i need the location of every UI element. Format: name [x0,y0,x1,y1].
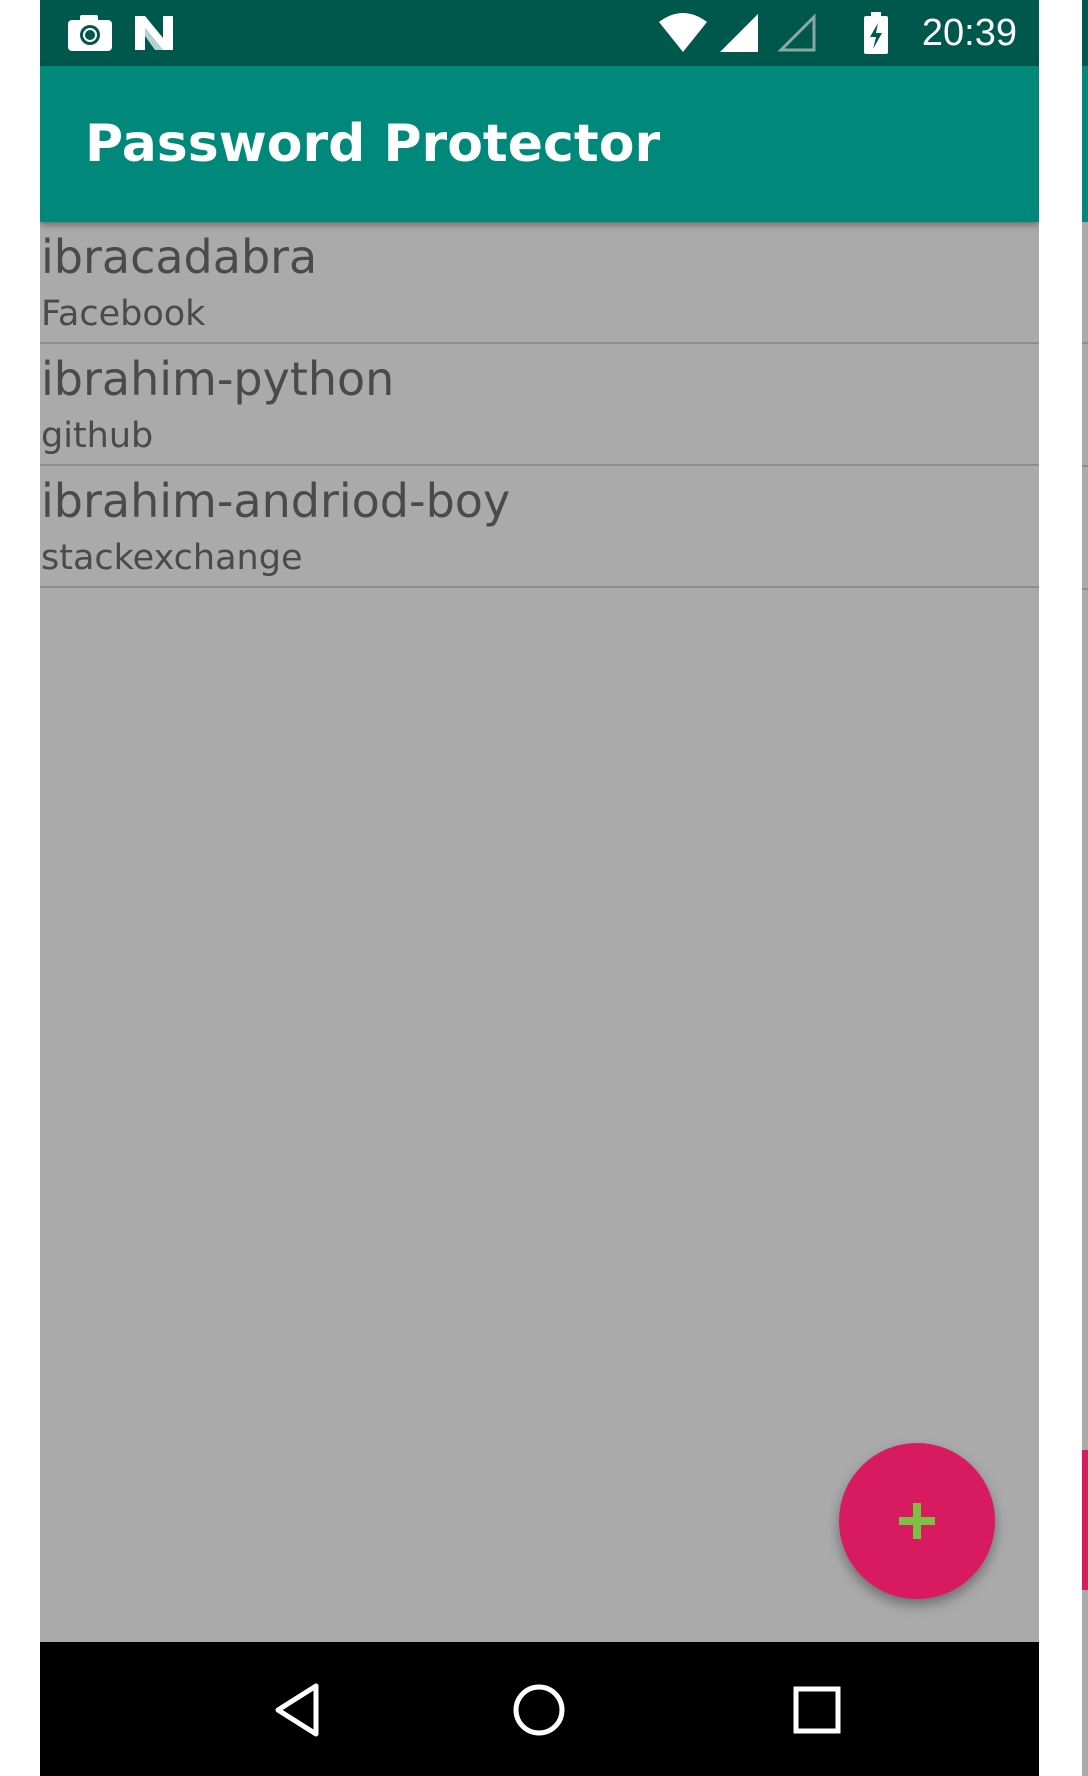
item-username: ibracadabra [41,230,318,284]
item-username: ibrahim-andriod-boy [41,474,511,528]
back-button[interactable] [262,1675,332,1745]
page-title: Password Protector [85,114,661,174]
item-service: Facebook [41,294,206,334]
item-username: ibrahim-python [41,352,395,406]
adjacent-app-bar [1082,66,1088,222]
adjacent-divider [1082,342,1088,344]
battery-charging-icon [862,11,890,55]
item-service: stackexchange [41,538,303,578]
adjacent-divider [1082,465,1088,467]
status-time: 20:39 [921,12,1017,54]
app-bar: Password Protector [40,66,1039,222]
recents-button[interactable] [782,1675,852,1745]
home-icon [511,1682,567,1738]
signal-empty-icon [776,12,818,54]
signal-full-icon [718,12,760,54]
adjacent-status-bar [1082,0,1088,66]
phone-screen: 20:39 Password Protector ibracadabra Fac… [40,0,1039,1776]
adjacent-fab-edge [1082,1450,1088,1590]
navigation-bar [40,1642,1039,1776]
status-bar: 20:39 [40,0,1039,66]
item-service: github [41,416,154,456]
list-item[interactable]: ibrahim-python github [40,344,1039,466]
adjacent-divider [1082,588,1088,590]
home-button[interactable] [504,1675,574,1745]
back-icon [272,1682,322,1738]
recents-icon [792,1685,842,1735]
list-item[interactable]: ibrahim-andriod-boy stackexchange [40,466,1039,588]
wifi-icon [658,10,708,54]
camera-icon [66,13,114,53]
adjacent-screen-edge [1082,0,1088,1776]
n-icon [133,14,175,52]
screenshot: 20:39 Password Protector ibracadabra Fac… [0,0,1088,1776]
plus-icon [897,1501,937,1541]
list-item[interactable]: ibracadabra Facebook [40,222,1039,344]
add-entry-button[interactable] [839,1443,995,1599]
credentials-list: ibracadabra Facebook ibrahim-python gith… [40,222,1039,588]
